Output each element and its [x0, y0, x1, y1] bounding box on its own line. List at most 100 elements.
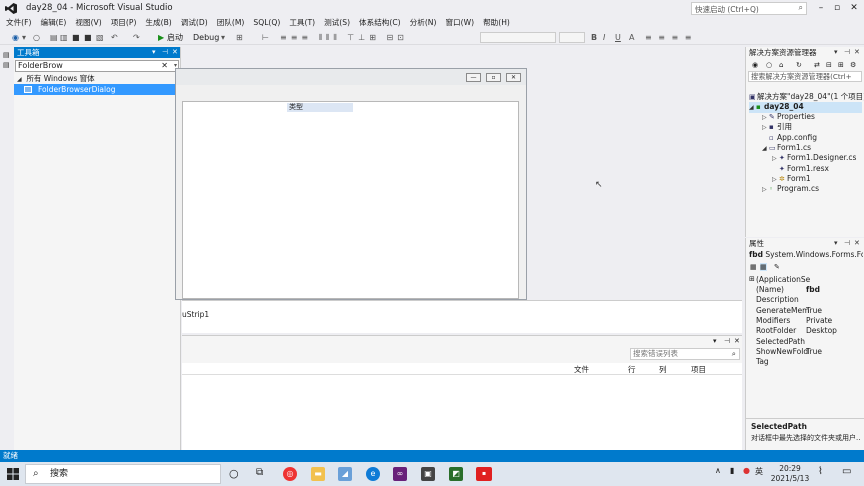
ime-indicator[interactable]: 英 — [755, 466, 763, 477]
font-size-dropdown[interactable] — [559, 32, 585, 43]
property-value[interactable]: True — [806, 306, 822, 316]
property-name[interactable]: ShowNewFold — [756, 347, 808, 357]
server-explorer-icon[interactable]: ▤ — [3, 51, 10, 59]
alphabetical-icon[interactable]: ▦ — [760, 263, 767, 271]
paragraph-icons[interactable]: ≡ ≡ ≡ ≡ — [645, 32, 693, 43]
app-icon[interactable]: ▣ — [421, 467, 435, 481]
config-dropdown-arrow-icon[interactable]: ▾ — [221, 32, 225, 43]
visual-studio-taskbar-icon[interactable]: ∞ — [393, 467, 407, 481]
edge-browser-icon[interactable]: e — [366, 467, 380, 481]
menu-build[interactable]: 生成(B) — [139, 17, 174, 29]
file-explorer-icon[interactable]: ▬ — [311, 467, 325, 481]
property-value[interactable]: fbd — [806, 285, 820, 295]
tray-chevron-icon[interactable]: ∧ — [715, 466, 721, 475]
app-tray-icon[interactable]: ⌇ — [818, 466, 823, 477]
app-tray-icon[interactable]: ● — [743, 466, 750, 475]
toolbox-search-input[interactable]: FolderBrow ✕ ▾ — [15, 60, 179, 72]
refresh-icon[interactable]: ⇄ — [814, 61, 820, 69]
taskbar-search-box[interactable]: ⌕ 搜索 — [25, 464, 221, 484]
paste-icon[interactable]: ▧ — [96, 32, 104, 43]
menu-sql[interactable]: SQL(Q) — [247, 17, 283, 29]
collapse-icon[interactable]: ⊟ — [826, 61, 832, 69]
maximize-button[interactable]: ▫ — [828, 1, 846, 15]
column-line[interactable]: 行 — [628, 364, 636, 375]
menu-window[interactable]: 窗口(W) — [439, 17, 477, 29]
toolbox-item-folderbrowserdialog[interactable]: FolderBrowserDialog — [14, 84, 180, 95]
close-icon[interactable]: ✕ — [854, 47, 860, 58]
menu-architecture[interactable]: 体系结构(C) — [353, 17, 404, 29]
netease-music-icon[interactable]: ◎ — [283, 467, 297, 481]
app-icon[interactable]: ◢ — [338, 467, 352, 481]
font-name-dropdown[interactable] — [480, 32, 556, 43]
back-icon[interactable]: ◉ — [752, 61, 758, 69]
categorized-icon[interactable]: ▦ — [750, 263, 757, 271]
cortana-icon[interactable]: ○ — [229, 467, 239, 480]
pin-icon[interactable]: ⊣ — [724, 337, 730, 345]
taskbar-clock[interactable]: 20:29 2021/5/13 — [768, 464, 812, 484]
toolbox-group[interactable]: ◢ 所有 Windows 窗体 — [14, 73, 180, 84]
task-view-icon[interactable]: ⧉ — [256, 467, 263, 478]
dropdown-arrow-icon[interactable]: ▾ — [713, 337, 717, 345]
underline-icon[interactable]: U — [615, 32, 621, 43]
column-col[interactable]: 列 — [659, 364, 667, 375]
component-tray-item[interactable]: uStrip1 — [182, 310, 209, 319]
property-name[interactable]: Tag — [756, 357, 769, 367]
home-icon[interactable]: ⌂ — [779, 61, 783, 69]
column-project[interactable]: 项目 — [691, 364, 706, 375]
dropdown-arrow-icon[interactable]: ▾ — [152, 47, 156, 58]
menu-team[interactable]: 团队(M) — [211, 17, 248, 29]
form-client-area[interactable] — [182, 101, 519, 299]
property-value[interactable]: Desktop — [806, 326, 837, 336]
align-icon[interactable]: ⊢ — [262, 32, 269, 43]
menu-help[interactable]: 帮助(H) — [477, 17, 513, 29]
tree-program-cs[interactable]: ▷ ◦ Program.cs — [762, 184, 819, 195]
new-project-icon[interactable]: ▤ — [50, 32, 58, 43]
property-name[interactable]: RootFolder — [756, 326, 796, 336]
property-name[interactable]: Modifiers — [756, 316, 790, 326]
toolbox-tab-icon[interactable]: ▤ — [3, 61, 10, 69]
menu-view[interactable]: 视图(V) — [69, 17, 104, 29]
menu-test[interactable]: 测试(S) — [318, 17, 353, 29]
undo-icon[interactable]: ↶ — [111, 32, 118, 43]
property-value[interactable]: Private — [806, 316, 832, 326]
dropdown-arrow-icon[interactable]: ▾ — [834, 238, 838, 249]
close-icon[interactable]: ✕ — [854, 238, 860, 249]
sync-icon[interactable]: ↻ — [796, 61, 802, 69]
property-name[interactable]: GenerateMem — [756, 306, 809, 316]
forward-icon[interactable]: ○ — [33, 32, 40, 43]
menu-edit[interactable]: 编辑(E) — [34, 17, 69, 29]
tree-form1-resx[interactable]: ✦ Form1.resx — [779, 164, 829, 174]
pin-icon[interactable]: ⊣ — [844, 47, 850, 58]
tree-solution[interactable]: ▣解决方案"day28_04"(1 个项目) — [749, 92, 864, 102]
save-icon[interactable]: ■ — [72, 32, 80, 43]
pin-icon[interactable]: ⊣ — [844, 238, 850, 249]
app-icon[interactable]: ▪ — [476, 467, 492, 481]
forward-icon[interactable]: ○ — [766, 61, 772, 69]
property-name[interactable]: Description — [756, 295, 799, 305]
property-name[interactable]: (ApplicationSe — [756, 275, 810, 285]
quick-launch-input[interactable]: 快速启动 (Ctrl+Q) ⌕ — [691, 2, 807, 15]
windows-start-icon[interactable] — [7, 468, 19, 480]
property-object-selector[interactable]: fbd System.Windows.Forms.Fol — [749, 250, 863, 259]
pin-icon[interactable]: ⊣ — [162, 47, 168, 58]
properties-icon[interactable]: ✎ — [774, 263, 780, 271]
menu-file[interactable]: 文件(F) — [0, 17, 34, 29]
tree-form1-designer[interactable]: ▷ ✦ Form1.Designer.cs — [772, 153, 856, 164]
config-dropdown[interactable]: Debug — [193, 32, 219, 43]
attach-icon[interactable]: ⊞ — [236, 32, 243, 43]
show-all-icon[interactable]: ⊞ — [838, 61, 844, 69]
dropdown-arrow-icon[interactable]: ▾ — [22, 32, 26, 43]
expand-plus-icon[interactable]: ⊞ — [749, 275, 755, 283]
property-value[interactable]: True — [806, 347, 822, 357]
property-name[interactable]: SelectedPath — [756, 337, 805, 347]
property-name[interactable]: (Name) — [756, 285, 784, 295]
network-icon[interactable]: ▮ — [730, 466, 734, 475]
save-all-icon[interactable]: ■ — [84, 32, 92, 43]
tree-references[interactable]: ▷ ▪ 引用 — [762, 122, 792, 133]
close-icon[interactable]: ✕ — [172, 47, 178, 58]
menu-project[interactable]: 项目(P) — [105, 17, 140, 29]
open-file-icon[interactable]: ▥ — [60, 32, 68, 43]
start-icon[interactable]: ▶ — [158, 32, 164, 43]
designer-scrollbar[interactable] — [735, 47, 742, 299]
bold-icon[interactable]: B — [591, 32, 597, 43]
